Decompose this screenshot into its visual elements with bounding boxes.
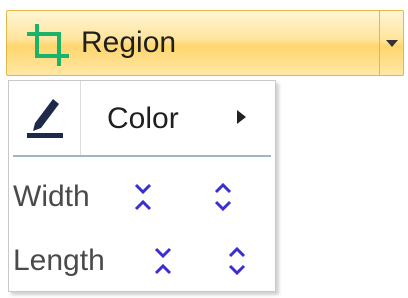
length-decrease-collapse-icon[interactable] — [153, 243, 173, 279]
region-dropdown-menu: Color Width Length — [8, 80, 276, 292]
color-label: Color — [107, 102, 179, 135]
menu-item-width: Width — [9, 167, 275, 227]
region-button[interactable]: Region — [7, 11, 379, 75]
width-increase-expand-icon[interactable] — [213, 179, 233, 215]
pen-icon — [27, 99, 63, 138]
length-increase-expand-icon[interactable] — [227, 243, 247, 279]
region-dropdown-button[interactable] — [379, 11, 403, 75]
chevron-right-icon — [237, 110, 246, 124]
region-split-button[interactable]: Region — [6, 10, 404, 76]
crop-icon — [27, 24, 69, 66]
width-decrease-collapse-icon[interactable] — [133, 179, 153, 215]
region-control: Region Color Width Length — [0, 0, 408, 298]
menu-item-color[interactable]: Color — [9, 81, 275, 155]
chevron-down-icon — [386, 40, 398, 47]
menu-separator — [13, 155, 271, 157]
pen-icon-cell — [9, 81, 81, 155]
menu-item-length: Length — [9, 231, 275, 291]
length-label: Length — [13, 244, 105, 277]
width-label: Width — [13, 180, 90, 213]
region-label: Region — [81, 26, 177, 59]
